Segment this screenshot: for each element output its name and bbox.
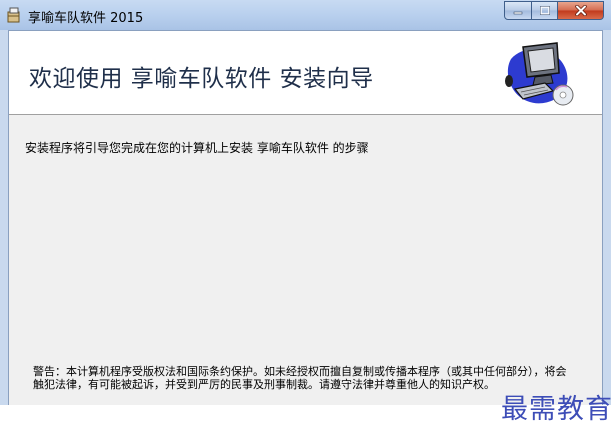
close-button[interactable]: [558, 1, 604, 20]
header-banner: 欢迎使用 享喻车队软件 安装向导: [9, 31, 602, 115]
window-title: 享喻车队软件 2015: [28, 11, 144, 26]
maximize-icon: [539, 6, 550, 15]
copyright-warning: 警告：本计算机程序受版权法和国际条约保护。如未经授权而擅自复制或传播本程序（或其…: [33, 365, 567, 391]
title-bar[interactable]: 享喻车队软件 2015: [0, 0, 611, 30]
caption-buttons: [504, 1, 604, 21]
watermark-text: 最需教育: [501, 394, 611, 425]
installer-icon: [7, 7, 20, 23]
installer-window: 享喻车队软件 2015 欢迎使用 享喻车队软件 安装向导 安装程序将引导您完成在…: [0, 0, 611, 425]
client-area: 欢迎使用 享喻车队软件 安装向导 安装程序将引导您完成在您的计算机上安装 享喻车…: [8, 30, 611, 425]
intro-text: 安装程序将引导您完成在您的计算机上安装 享喻车队软件 的步骤: [25, 141, 369, 155]
minimize-icon: [513, 11, 523, 14]
banner-title: 欢迎使用 享喻车队软件 安装向导: [29, 66, 374, 92]
minimize-button[interactable]: [504, 1, 532, 20]
close-icon: [574, 5, 587, 16]
maximize-button[interactable]: [532, 1, 558, 20]
computer-cd-icon: [505, 42, 574, 106]
